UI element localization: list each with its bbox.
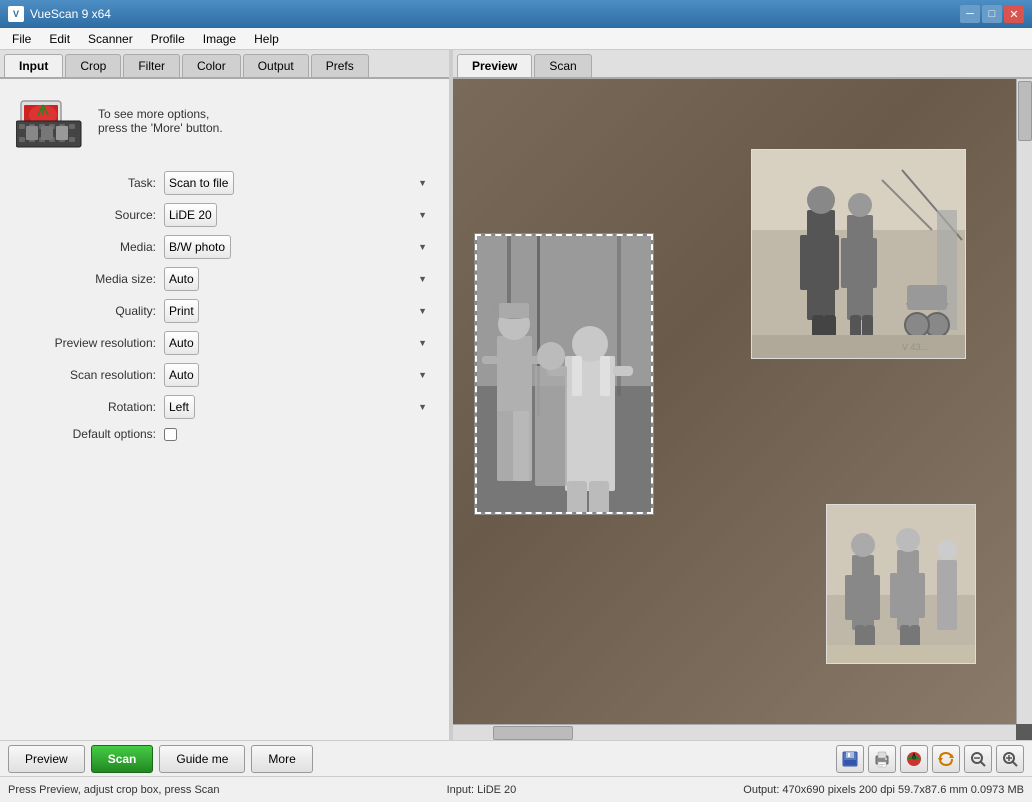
more-button[interactable]: More — [251, 745, 312, 773]
hint-box: To see more options, press the 'More' bu… — [0, 79, 449, 163]
media-size-select-wrapper: Auto — [164, 267, 433, 291]
rotation-row: Rotation: Left — [16, 395, 433, 419]
main-content: Input Crop Filter Color Output Prefs — [0, 50, 1032, 740]
right-panel: Preview Scan — [453, 50, 1032, 740]
app-icon: V — [8, 6, 24, 22]
photo-beach-people — [826, 504, 976, 664]
save-icon-button[interactable] — [836, 745, 864, 773]
media-size-row: Media size: Auto — [16, 267, 433, 291]
media-size-label: Media size: — [16, 272, 156, 286]
right-icon-toolbar — [836, 745, 1024, 773]
photo-selected-main — [475, 234, 653, 514]
menu-profile[interactable]: Profile — [143, 30, 193, 48]
default-options-label: Default options: — [16, 427, 156, 441]
print-icon — [873, 750, 891, 768]
quality-row: Quality: Print — [16, 299, 433, 323]
tab-scan[interactable]: Scan — [534, 54, 591, 77]
media-select[interactable]: B/W photo — [164, 235, 231, 259]
source-label: Source: — [16, 208, 156, 222]
preview-res-select-wrapper: Auto — [164, 331, 433, 355]
menu-file[interactable]: File — [4, 30, 39, 48]
right-tabs: Preview Scan — [453, 50, 1032, 79]
source-row: Source: LiDE 20 — [16, 203, 433, 227]
source-select[interactable]: LiDE 20 — [164, 203, 217, 227]
task-row: Task: Scan to file — [16, 171, 433, 195]
status-input: Input: LiDE 20 — [447, 784, 517, 796]
preview-content: V 43... — [453, 79, 1016, 724]
quality-select-wrapper: Print — [164, 299, 433, 323]
tab-crop[interactable]: Crop — [65, 54, 121, 77]
tab-color[interactable]: Color — [182, 54, 241, 77]
rotation-select[interactable]: Left — [164, 395, 195, 419]
maximize-button[interactable]: □ — [982, 5, 1002, 23]
photo-standing-people: V 43... — [751, 149, 966, 359]
hint-icon — [16, 91, 86, 151]
preview-res-row: Preview resolution: Auto — [16, 331, 433, 355]
scrollbar-thumb-vertical[interactable] — [1018, 81, 1032, 141]
zoom-out-button[interactable] — [964, 745, 992, 773]
minimize-button[interactable]: ─ — [960, 5, 980, 23]
tab-preview[interactable]: Preview — [457, 54, 532, 77]
menu-help[interactable]: Help — [246, 30, 287, 48]
rotate-icon — [937, 750, 955, 768]
close-button[interactable]: ✕ — [1004, 5, 1024, 23]
horizontal-scrollbar[interactable] — [453, 724, 1016, 740]
source-select-wrapper: LiDE 20 — [164, 203, 433, 227]
scan-res-select[interactable]: Auto — [164, 363, 199, 387]
status-right: Output: 470x690 pixels 200 dpi 59.7x87.6… — [743, 784, 1024, 796]
save-icon — [841, 750, 859, 768]
rotation-select-wrapper: Left — [164, 395, 433, 419]
quality-label: Quality: — [16, 304, 156, 318]
task-select[interactable]: Scan to file — [164, 171, 234, 195]
media-label: Media: — [16, 240, 156, 254]
menu-image[interactable]: Image — [195, 30, 244, 48]
print-icon-button[interactable] — [868, 745, 896, 773]
preview-area[interactable]: V 43... — [453, 79, 1032, 740]
task-select-wrapper: Scan to file — [164, 171, 433, 195]
preview-button[interactable]: Preview — [8, 745, 85, 773]
title-bar: V VueScan 9 x64 ─ □ ✕ — [0, 0, 1032, 28]
scrollbar-thumb-horizontal[interactable] — [493, 726, 573, 740]
bottom-toolbar: Preview Scan Guide me More — [0, 740, 1032, 776]
rotation-label: Rotation: — [16, 400, 156, 414]
default-options-row: Default options: — [16, 427, 433, 441]
zoom-in-icon — [1001, 750, 1019, 768]
scan-button[interactable]: Scan — [91, 745, 154, 773]
status-left: Press Preview, adjust crop box, press Sc… — [8, 784, 220, 796]
hint-text: To see more options, press the 'More' bu… — [98, 107, 223, 135]
media-size-select[interactable]: Auto — [164, 267, 199, 291]
scan-res-label: Scan resolution: — [16, 368, 156, 382]
watermelon-icon-button[interactable] — [900, 745, 928, 773]
watermelon-icon — [905, 750, 923, 768]
task-label: Task: — [16, 176, 156, 190]
tab-filter[interactable]: Filter — [123, 54, 180, 77]
zoom-out-icon — [969, 750, 987, 768]
tab-prefs[interactable]: Prefs — [311, 54, 369, 77]
left-tabs: Input Crop Filter Color Output Prefs — [0, 50, 449, 79]
quality-select[interactable]: Print — [164, 299, 199, 323]
menu-bar: File Edit Scanner Profile Image Help — [0, 28, 1032, 50]
media-select-wrapper: B/W photo — [164, 235, 433, 259]
scan-res-select-wrapper: Auto — [164, 363, 433, 387]
guide-button[interactable]: Guide me — [159, 745, 245, 773]
tab-output[interactable]: Output — [243, 54, 309, 77]
media-row: Media: B/W photo — [16, 235, 433, 259]
menu-edit[interactable]: Edit — [41, 30, 78, 48]
preview-res-label: Preview resolution: — [16, 336, 156, 350]
left-panel: Input Crop Filter Color Output Prefs — [0, 50, 450, 740]
form-section: Task: Scan to file Source: LiDE 20 Media… — [0, 163, 449, 740]
tab-input[interactable]: Input — [4, 54, 63, 77]
scan-res-row: Scan resolution: Auto — [16, 363, 433, 387]
status-bar: Press Preview, adjust crop box, press Sc… — [0, 776, 1032, 802]
vertical-scrollbar[interactable] — [1016, 79, 1032, 724]
preview-res-select[interactable]: Auto — [164, 331, 199, 355]
zoom-in-button[interactable] — [996, 745, 1024, 773]
rotate-icon-button[interactable] — [932, 745, 960, 773]
svg-text:V 43...: V 43... — [902, 342, 928, 352]
menu-scanner[interactable]: Scanner — [80, 30, 141, 48]
window-title: VueScan 9 x64 — [30, 7, 111, 21]
default-options-checkbox[interactable] — [164, 428, 177, 441]
window-controls: ─ □ ✕ — [960, 5, 1024, 23]
